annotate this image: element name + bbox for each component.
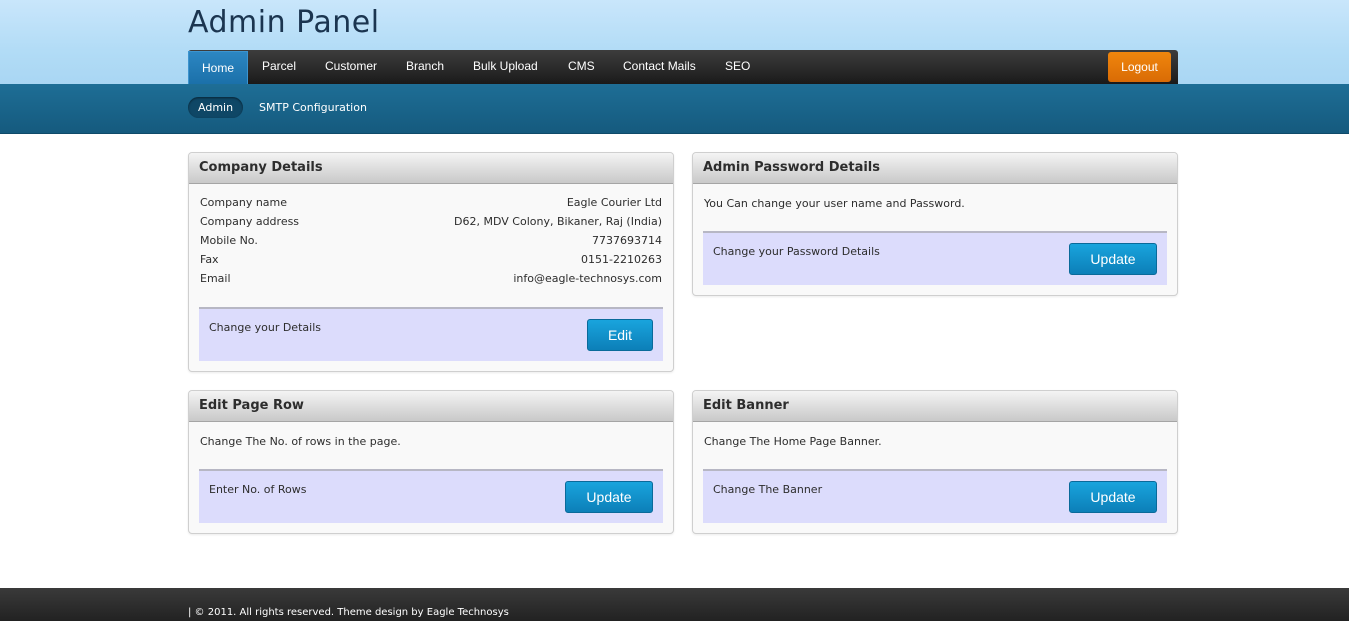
action-text: Change your Password Details <box>713 245 880 258</box>
subnav-item-admin[interactable]: Admin <box>188 97 244 118</box>
action-text: Change your Details <box>209 321 321 334</box>
action-box: Change your Password Details Update <box>703 231 1167 285</box>
edit-banner-panel: Edit Banner Change The Home Page Banner.… <box>692 390 1178 534</box>
field-value: D62, MDV Colony, Bikaner, Raj (India) <box>454 215 662 228</box>
nav-item-parcel[interactable]: Parcel <box>262 50 296 84</box>
field-label: Fax <box>200 253 219 266</box>
footer: | © 2011. All rights reserved. Theme des… <box>0 588 1349 621</box>
site-title: Admin Panel <box>188 5 380 40</box>
field-label: Company name <box>200 196 288 209</box>
nav-item-cms[interactable]: CMS <box>568 50 595 84</box>
action-box: Change your Details Edit <box>199 307 663 361</box>
panel-title: Admin Password Details <box>693 153 1177 184</box>
nav-item-branch[interactable]: Branch <box>406 50 444 84</box>
subnav-item-smtp-configuration[interactable]: SMTP Configuration <box>259 97 367 118</box>
panel-description: Change The No. of rows in the page. <box>200 435 401 448</box>
field-value: 0151-2210263 <box>581 253 662 266</box>
sub-nav: Admin SMTP Configuration <box>0 84 1349 134</box>
nav-item-customer[interactable]: Customer <box>325 50 377 84</box>
field-row: Email info@eagle-technosys.com <box>200 269 662 288</box>
edit-button[interactable]: Edit <box>587 319 653 351</box>
panel-title: Edit Page Row <box>189 391 673 422</box>
field-row: Fax 0151-2210263 <box>200 250 662 269</box>
company-details-panel: Company Details Company name Eagle Couri… <box>188 152 674 372</box>
field-label: Email <box>200 272 231 285</box>
main-nav: Home Parcel Customer Branch Bulk Upload … <box>188 50 1178 86</box>
panel-description: Change The Home Page Banner. <box>704 435 882 448</box>
update-banner-button[interactable]: Update <box>1069 481 1157 513</box>
edit-page-row-panel: Edit Page Row Change The No. of rows in … <box>188 390 674 534</box>
panel-title: Edit Banner <box>693 391 1177 422</box>
field-value: 7737693714 <box>592 234 662 247</box>
field-row: Company address D62, MDV Colony, Bikaner… <box>200 212 662 231</box>
action-box: Change The Banner Update <box>703 469 1167 523</box>
field-label: Company address <box>200 215 300 228</box>
action-text: Enter No. of Rows <box>209 483 307 496</box>
panel-title: Company Details <box>189 153 673 184</box>
admin-password-panel: Admin Password Details You Can change yo… <box>692 152 1178 296</box>
field-value: Eagle Courier Ltd <box>566 196 662 209</box>
header: Admin Panel Home Parcel Customer Branch … <box>0 0 1349 86</box>
action-text: Change The Banner <box>713 483 823 496</box>
footer-copyright: | © 2011. All rights reserved. Theme des… <box>188 607 509 618</box>
field-row: Company name Eagle Courier Ltd <box>200 193 662 212</box>
update-rows-button[interactable]: Update <box>565 481 653 513</box>
update-password-button[interactable]: Update <box>1069 243 1157 275</box>
action-box: Enter No. of Rows Update <box>199 469 663 523</box>
field-value: info@eagle-technosys.com <box>513 272 662 285</box>
panel-description: You Can change your user name and Passwo… <box>704 197 965 210</box>
field-label: Mobile No. <box>200 234 258 247</box>
nav-item-bulk-upload[interactable]: Bulk Upload <box>473 50 538 84</box>
field-row: Mobile No. 7737693714 <box>200 231 662 250</box>
logout-button[interactable]: Logout <box>1108 52 1171 82</box>
nav-item-contact-mails[interactable]: Contact Mails <box>623 50 696 84</box>
nav-item-seo[interactable]: SEO <box>725 50 750 84</box>
nav-item-home[interactable]: Home <box>188 51 249 86</box>
